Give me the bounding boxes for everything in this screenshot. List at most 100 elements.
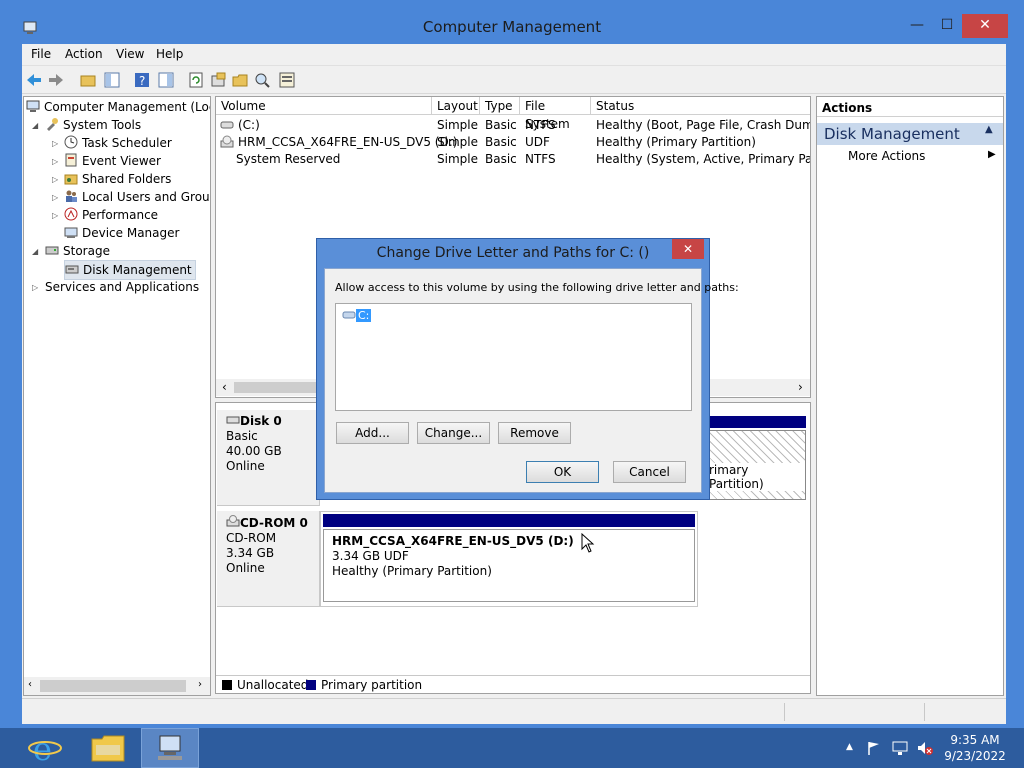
menu-help[interactable]: Help: [156, 47, 183, 61]
dialog-close-button[interactable]: ✕: [672, 239, 704, 259]
menu-view[interactable]: View: [116, 47, 144, 61]
partition-header-bar: [708, 416, 806, 428]
tree-label-storage: Storage: [63, 244, 110, 258]
back-arrow-icon[interactable]: [25, 71, 43, 89]
maximize-button[interactable]: ☐: [932, 14, 962, 38]
forward-arrow-icon[interactable]: [47, 71, 65, 89]
taskbar-computer-management-button[interactable]: [141, 728, 199, 768]
scroll-left-arrow-icon[interactable]: ‹: [222, 380, 227, 394]
column-header-file-system[interactable]: File System: [520, 97, 591, 131]
menu-action[interactable]: Action: [65, 47, 103, 61]
collapsed-arrow-icon[interactable]: ▷: [52, 211, 58, 220]
collapsed-arrow-icon[interactable]: ▷: [52, 139, 58, 148]
tree-item-shared-folders[interactable]: Shared Folders: [64, 170, 171, 188]
volume-status: Healthy (System, Active, Primary Partiti…: [596, 152, 810, 166]
expand-arrow-icon[interactable]: ◢: [32, 121, 38, 130]
tree-item-task-scheduler[interactable]: Task Scheduler: [64, 134, 172, 152]
clock-icon: [64, 135, 78, 149]
status-divider: [924, 703, 925, 721]
title-bar[interactable]: Computer Management — ☐ ✕: [0, 0, 1024, 44]
legend-swatch-primary: [306, 680, 316, 690]
column-header-type[interactable]: Type: [480, 97, 520, 115]
close-button[interactable]: ✕: [962, 14, 1008, 38]
system-tools-icon: [47, 118, 58, 131]
help-icon[interactable]: ?: [133, 71, 151, 89]
partition-cdrom-volume[interactable]: HRM_CCSA_X64FRE_EN-US_DV5 (D:) 3.34 GB U…: [323, 529, 695, 602]
list-item[interactable]: C:: [342, 308, 372, 322]
drive-icon: [342, 311, 356, 319]
scroll-left-arrow-icon[interactable]: ‹: [28, 679, 32, 690]
column-header-layout[interactable]: Layout: [432, 97, 480, 115]
properties-icon[interactable]: [278, 71, 296, 89]
tree-item-disk-management[interactable]: Disk Management: [64, 260, 196, 280]
tree-item-device-manager[interactable]: Device Manager: [64, 224, 179, 242]
tree-item-local-users[interactable]: Local Users and Groups: [64, 188, 210, 206]
up-folder-icon[interactable]: [79, 71, 97, 89]
volume-status: Healthy (Primary Partition): [596, 135, 756, 149]
volume-muted-icon[interactable]: [916, 740, 934, 756]
file-explorer-icon[interactable]: [90, 733, 126, 763]
show-hide-action-pane-icon[interactable]: [157, 71, 175, 89]
column-header-status[interactable]: Status: [591, 97, 810, 115]
tree-label-shared-folders: Shared Folders: [82, 172, 172, 186]
event-viewer-icon: [65, 153, 77, 167]
clock[interactable]: 9:35 AM 9/23/2022: [940, 732, 1010, 764]
disk-0-info[interactable]: Disk 0 Basic 40.00 GB Online: [217, 410, 320, 506]
add-button[interactable]: Add...: [336, 422, 409, 444]
actions-section-disk-management[interactable]: Disk Management ▲: [817, 123, 1003, 145]
collapse-triangle-icon[interactable]: ▲: [985, 124, 993, 135]
actions-pane: Actions Disk Management ▲ More Actions ▶: [816, 96, 1004, 696]
tree-item-services-applications[interactable]: Services and Applications: [45, 278, 199, 296]
actions-more-actions[interactable]: More Actions ▶: [848, 149, 1003, 167]
ok-button[interactable]: OK: [526, 461, 599, 483]
menu-file[interactable]: File: [31, 47, 51, 61]
scroll-right-arrow-icon[interactable]: ›: [798, 380, 803, 394]
legend-swatch-unallocated: [222, 680, 232, 690]
rescan-disks-icon[interactable]: [187, 71, 205, 89]
cdrom-0-info[interactable]: CD-ROM 0 CD-ROM 3.34 GB Online: [217, 511, 320, 607]
cdrom-0-name-row: CD-ROM 0: [226, 515, 310, 531]
column-header-volume[interactable]: Volume: [216, 97, 432, 115]
disk-legend: Unallocated Primary partition: [216, 675, 810, 693]
list-item-label: C:: [356, 309, 372, 322]
dialog-instruction: Allow access to this volume by using the…: [335, 281, 739, 294]
volume-status: Healthy (Boot, Page File, Crash Dump, Pr: [596, 118, 810, 132]
tree-horizontal-scrollbar[interactable]: ‹ ›: [24, 677, 210, 695]
volume-type: Basic: [485, 135, 517, 149]
tree-item-performance[interactable]: Performance: [64, 206, 158, 224]
tree-item-system-tools[interactable]: System Tools: [45, 116, 141, 134]
collapsed-arrow-icon[interactable]: ▷: [52, 175, 58, 184]
minimize-button[interactable]: —: [902, 14, 932, 38]
collapsed-arrow-icon[interactable]: ▷: [32, 283, 38, 292]
device-manager-icon: [64, 227, 78, 238]
show-hide-tree-icon[interactable]: [103, 71, 121, 89]
settings-icon[interactable]: [209, 71, 227, 89]
drive-paths-list[interactable]: C:: [335, 303, 692, 411]
navigation-tree: Computer Management (Local ◢ System Tool…: [23, 96, 211, 696]
cdrom-0-size: 3.34 GB: [226, 546, 275, 560]
show-hidden-icons-icon[interactable]: ▲: [846, 742, 853, 752]
network-icon[interactable]: [891, 740, 909, 756]
collapsed-arrow-icon[interactable]: ▷: [52, 157, 58, 166]
legend-label-unallocated: Unallocated: [237, 678, 309, 692]
users-icon: [66, 190, 77, 202]
remove-button[interactable]: Remove: [498, 422, 571, 444]
collapsed-arrow-icon[interactable]: ▷: [52, 193, 58, 202]
mouse-cursor-icon: [581, 533, 595, 553]
tree-item-computer-management[interactable]: Computer Management (Local: [26, 98, 210, 116]
volume-layout: Simple: [437, 118, 478, 132]
open-folder-icon[interactable]: [231, 71, 249, 89]
svg-text:e: e: [33, 731, 52, 765]
cancel-button[interactable]: Cancel: [613, 461, 686, 483]
internet-explorer-icon[interactable]: e: [28, 731, 62, 765]
change-button[interactable]: Change...: [417, 422, 490, 444]
expand-arrow-icon[interactable]: ◢: [32, 247, 38, 256]
partition-system-reserved[interactable]: rimary Partition): [708, 430, 806, 500]
disk-0-name: Disk 0: [240, 414, 282, 428]
scroll-right-arrow-icon[interactable]: ›: [198, 679, 202, 690]
find-icon[interactable]: [253, 71, 271, 89]
tree-item-event-viewer[interactable]: Event Viewer: [64, 152, 161, 170]
action-center-flag-icon[interactable]: [866, 740, 882, 756]
scroll-thumb[interactable]: [40, 680, 186, 692]
tree-item-storage[interactable]: Storage: [45, 242, 110, 260]
